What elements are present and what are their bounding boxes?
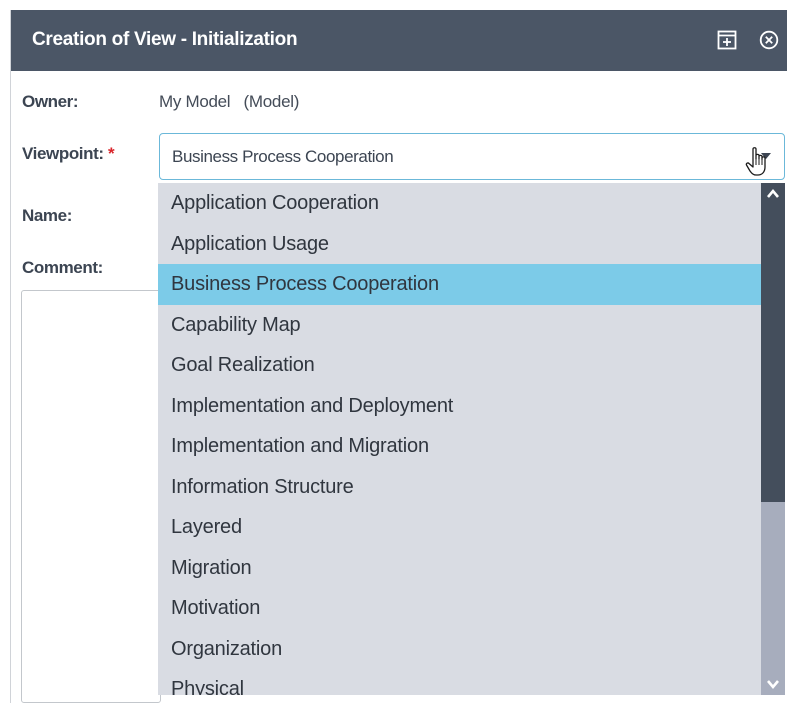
owner-value: My Model (Model) [159, 92, 300, 111]
dropdown-option[interactable]: Application Cooperation [158, 183, 761, 224]
dropdown-option[interactable]: Implementation and Migration [158, 426, 761, 467]
required-marker: * [107, 144, 115, 163]
maximize-icon[interactable] [717, 30, 737, 50]
dropdown-option[interactable]: Motivation [158, 588, 761, 629]
dropdown-option[interactable]: Application Usage [158, 224, 761, 265]
owner-label: Owner: [22, 92, 79, 111]
dropdown-option[interactable]: Goal Realization [158, 345, 761, 386]
name-label: Name: [22, 206, 72, 225]
dropdown-option[interactable]: Implementation and Deployment [158, 386, 761, 427]
scrollbar-thumb[interactable] [761, 183, 785, 502]
chevron-up-icon[interactable] [765, 186, 781, 202]
dropdown-option[interactable]: Capability Map [158, 305, 761, 346]
dropdown-option[interactable]: Information Structure [158, 467, 761, 508]
dropdown-option[interactable]: Organization [158, 629, 761, 670]
dialog-titlebar: Creation of View - Initialization [11, 10, 787, 71]
dropdown-option[interactable]: Physical [158, 669, 761, 695]
dropdown-scrollbar[interactable] [761, 183, 785, 695]
dropdown-options: Application Cooperation Application Usag… [158, 183, 761, 695]
chevron-down-icon[interactable] [765, 676, 781, 692]
viewpoint-dropdown-list[interactable]: Application Cooperation Application Usag… [158, 183, 785, 695]
viewpoint-label-text: Viewpoint: [22, 144, 108, 163]
hand-pointer-icon [745, 146, 771, 178]
comment-label: Comment: [22, 258, 103, 277]
viewpoint-label: Viewpoint: * [22, 144, 115, 164]
viewpoint-select[interactable]: Business Process Cooperation [159, 133, 785, 180]
viewpoint-selected-value: Business Process Cooperation [172, 147, 394, 166]
dropdown-option[interactable]: Migration [158, 548, 761, 589]
comment-textarea[interactable] [21, 290, 161, 703]
dropdown-option[interactable]: Layered [158, 507, 761, 548]
dropdown-option[interactable]: Business Process Cooperation [158, 264, 761, 305]
close-circle-icon[interactable] [759, 30, 779, 50]
dialog-title: Creation of View - Initialization [32, 29, 298, 50]
